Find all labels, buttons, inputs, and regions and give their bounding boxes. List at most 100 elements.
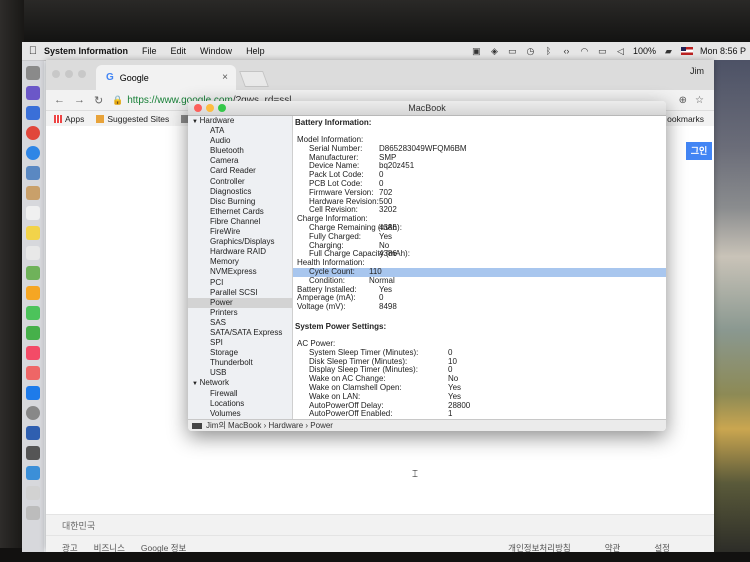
books-dock-icon[interactable]: [26, 366, 40, 380]
chrome-dock-icon[interactable]: [26, 126, 40, 140]
sidebar-item[interactable]: Memory: [188, 257, 292, 267]
sidebar-group-network[interactable]: ▼ Network: [188, 378, 292, 388]
sidebar-item[interactable]: Diagnostics: [188, 187, 292, 197]
sidebar-item[interactable]: Graphics/Displays: [188, 237, 292, 247]
sidebar-item[interactable]: Card Reader: [188, 166, 292, 176]
disclosure-triangle-icon[interactable]: ▼: [192, 119, 200, 125]
footer-privacy-link[interactable]: 개인정보처리방침: [508, 542, 571, 552]
calendar-dock-icon[interactable]: [26, 206, 40, 220]
footer-settings-link[interactable]: 설정: [654, 542, 670, 552]
status-menu-icon[interactable]: ▣: [471, 46, 482, 56]
code-icon[interactable]: ‹›: [561, 46, 572, 56]
mail-dock-icon[interactable]: [26, 166, 40, 180]
menu-help[interactable]: Help: [246, 46, 265, 56]
sysinfo-minimize-button[interactable]: [206, 104, 214, 112]
sidebar-item[interactable]: Locations: [188, 399, 292, 409]
footer-ads-link[interactable]: 광고: [62, 542, 78, 552]
sidebar-item[interactable]: PCI: [188, 278, 292, 288]
tab-google[interactable]: G Google ×: [96, 65, 236, 90]
sidebar-item[interactable]: SATA/SATA Express: [188, 328, 292, 338]
info-row[interactable]: Amperage (mA): 0: [293, 294, 666, 303]
lock-icon[interactable]: 🔒: [112, 95, 123, 106]
menu-file[interactable]: File: [142, 46, 157, 56]
sidebar-item[interactable]: NVMExpress: [188, 267, 292, 277]
sysinfo-zoom-button[interactable]: [218, 104, 226, 112]
volume-icon[interactable]: ◁: [615, 46, 626, 56]
path-power[interactable]: Power: [310, 421, 333, 430]
sidebar-item[interactable]: Bluetooth: [188, 146, 292, 156]
wifi-icon[interactable]: ◠: [579, 46, 590, 56]
disclosure-triangle-icon[interactable]: ▼: [192, 381, 200, 387]
input-source-flag-icon[interactable]: [680, 47, 693, 55]
menu-window[interactable]: Window: [200, 46, 232, 56]
system-preferences-dock-icon[interactable]: [26, 406, 40, 420]
menu-clock[interactable]: Mon 8:56 P: [700, 46, 746, 56]
sidebar-group-hardware[interactable]: ▼ Hardware: [188, 116, 292, 126]
downloads-dock-icon[interactable]: [26, 486, 40, 500]
maps-dock-icon[interactable]: [26, 266, 40, 280]
path-computer[interactable]: Jim의 MacBook: [206, 421, 261, 430]
close-window-button[interactable]: [52, 70, 60, 78]
sysinfo-close-button[interactable]: [194, 104, 202, 112]
sidebar-item[interactable]: Disc Burning: [188, 197, 292, 207]
sidebar-item[interactable]: Fibre Channel: [188, 217, 292, 227]
sidebar-item[interactable]: Printers: [188, 308, 292, 318]
bookmark-suggested-sites[interactable]: Suggested Sites: [96, 114, 169, 124]
footer-business-link[interactable]: 비즈니스: [94, 542, 125, 552]
path-hardware[interactable]: Hardware: [268, 421, 303, 430]
minimize-window-button[interactable]: [65, 70, 73, 78]
sidebar-item[interactable]: SAS: [188, 318, 292, 328]
contacts-dock-icon[interactable]: [26, 186, 40, 200]
sidebar-item[interactable]: Controller: [188, 177, 292, 187]
new-tab-button[interactable]: [239, 71, 269, 87]
menu-app-name[interactable]: System Information: [44, 46, 128, 56]
sidebar-item[interactable]: Ethernet Cards: [188, 207, 292, 217]
sidebar-item[interactable]: Camera: [188, 156, 292, 166]
info-row[interactable]: Voltage (mV): 8498: [293, 302, 666, 312]
app-store-dock-icon[interactable]: [26, 386, 40, 400]
finder-folder-dock-icon[interactable]: [26, 466, 40, 480]
footer-terms-link[interactable]: 약관: [605, 542, 621, 552]
sidebar-item[interactable]: Volumes: [188, 409, 292, 419]
time-machine-icon[interactable]: ◷: [525, 46, 536, 56]
location-icon[interactable]: ⊕: [679, 95, 687, 106]
sidebar-item[interactable]: SPI: [188, 338, 292, 348]
footer-about-link[interactable]: Google 정보: [141, 542, 186, 552]
photos-dock-icon[interactable]: [26, 286, 40, 300]
dropbox-icon[interactable]: ◈: [489, 46, 500, 56]
sidebar-item[interactable]: Parallel SCSI: [188, 288, 292, 298]
reload-icon[interactable]: ↻: [94, 94, 106, 107]
trash-dock-icon[interactable]: [26, 506, 40, 520]
sidebar-item[interactable]: ATA: [188, 126, 292, 136]
sidebar-item[interactable]: Firewall: [188, 389, 292, 399]
display-icon[interactable]: ▭: [507, 46, 518, 56]
messages-dock-icon[interactable]: [26, 306, 40, 320]
reminders-dock-icon[interactable]: [26, 246, 40, 260]
other-bookmarks[interactable]: ookmarks: [667, 114, 704, 124]
activity-monitor-dock-icon[interactable]: [26, 446, 40, 460]
bookmark-apps[interactable]: Apps: [54, 114, 84, 124]
bluetooth-icon[interactable]: ᛒ: [543, 46, 554, 56]
sidebar-item[interactable]: Storage: [188, 348, 292, 358]
chrome-profile-name[interactable]: Jim: [690, 66, 704, 76]
apple-menu-icon[interactable]: : [22, 45, 44, 57]
music-dock-icon[interactable]: [26, 346, 40, 360]
info-row[interactable]: Cycle Count: 110: [293, 267, 666, 277]
finder-dock-icon[interactable]: [26, 66, 40, 80]
zoom-window-button[interactable]: [78, 70, 86, 78]
battery-icon[interactable]: ▰: [663, 46, 674, 56]
sidebar-item[interactable]: Hardware RAID: [188, 247, 292, 257]
menu-edit[interactable]: Edit: [171, 46, 187, 56]
sidebar-item[interactable]: Power: [188, 297, 292, 308]
bookmark-star-icon[interactable]: ☆: [695, 95, 704, 106]
sidebar-item[interactable]: FireWire: [188, 227, 292, 237]
back-icon[interactable]: ←: [54, 94, 66, 106]
forward-icon[interactable]: →: [74, 94, 86, 106]
system-information-dock-icon[interactable]: [26, 426, 40, 440]
sign-in-button[interactable]: 그인: [686, 142, 712, 160]
battery-percent[interactable]: 100%: [633, 46, 656, 56]
sidebar-item[interactable]: Audio: [188, 136, 292, 146]
info-row[interactable]: Fully Charged: Yes: [293, 232, 666, 242]
airplay-icon[interactable]: ▭: [597, 46, 608, 56]
safari-dock-icon[interactable]: [26, 146, 40, 160]
